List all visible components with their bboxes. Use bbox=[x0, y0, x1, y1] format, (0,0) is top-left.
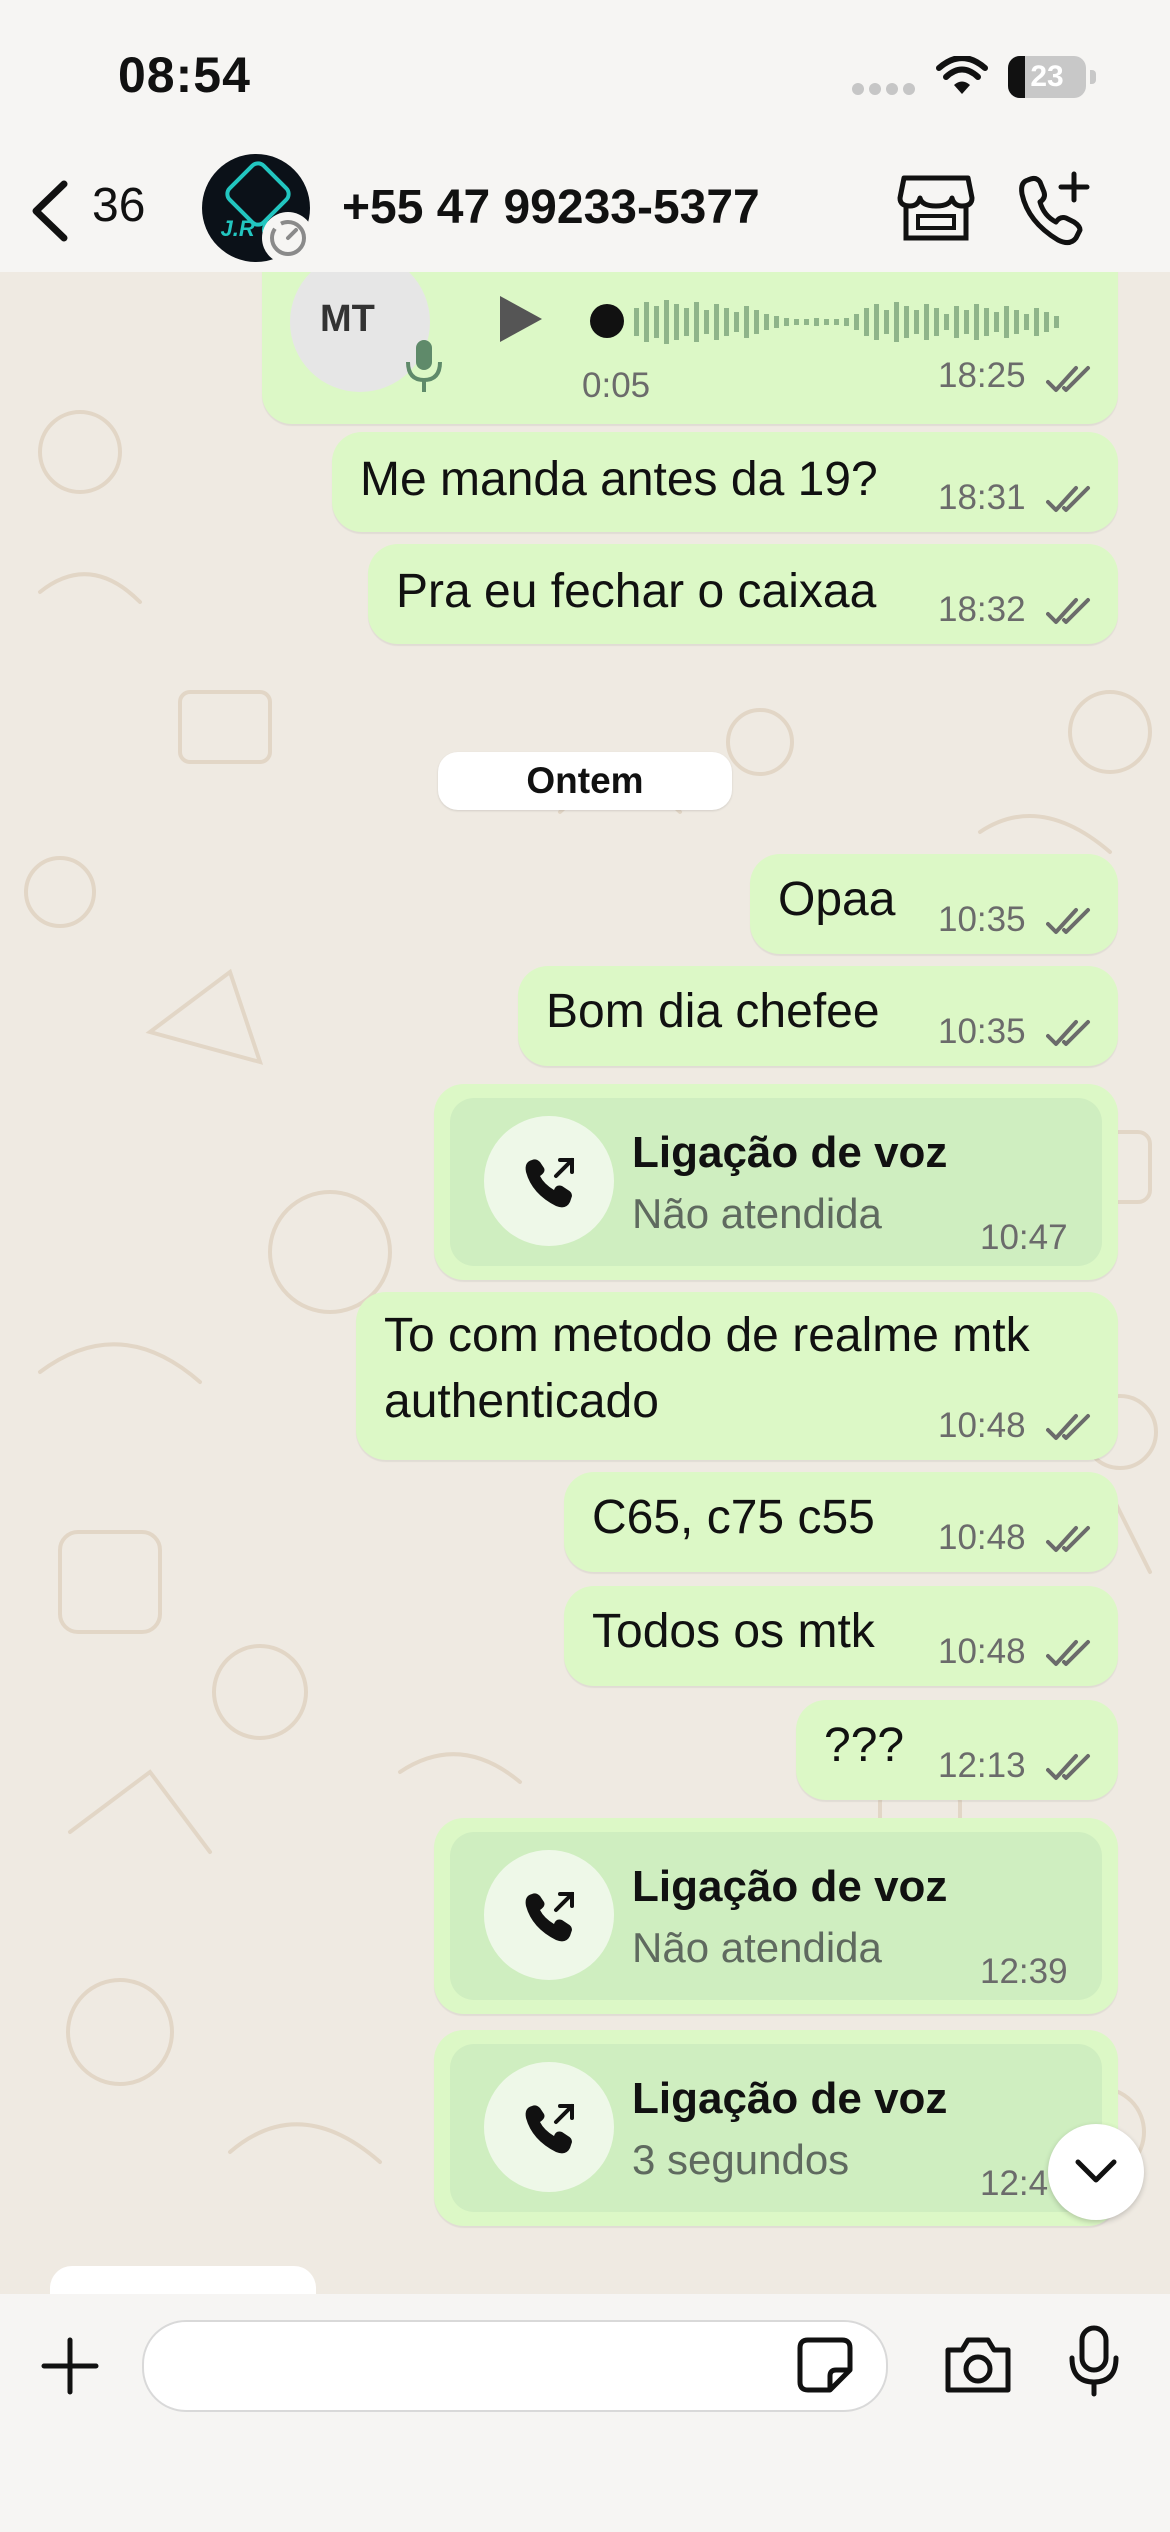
message-time: 12:13 bbox=[938, 1746, 1026, 1785]
message-text: Opaa bbox=[778, 873, 896, 926]
read-ticks-icon bbox=[1046, 598, 1090, 624]
message-bubble[interactable]: To com metodo de realme mtk authenticado… bbox=[356, 1292, 1118, 1460]
chat-area[interactable]: MT 0:05 18:25 Me manda antes da 19? 18:3… bbox=[0, 272, 1170, 2294]
message-text: ??? bbox=[824, 1719, 905, 1772]
sticker-icon[interactable] bbox=[796, 2336, 854, 2394]
message-bubble[interactable]: Pra eu fechar o caixaa 18:32 bbox=[368, 544, 1118, 644]
call-title: Ligação de voz bbox=[632, 1128, 948, 1177]
call-card[interactable]: Ligação de voz Não atendida 12:39 bbox=[450, 1832, 1102, 2000]
date-chip-partial bbox=[50, 2266, 316, 2294]
message-composer bbox=[0, 2294, 1170, 2532]
message-text-line1: To com metodo de realme mtk bbox=[384, 1309, 1030, 1362]
play-icon[interactable] bbox=[494, 292, 546, 346]
audio-duration: 0:05 bbox=[582, 366, 651, 405]
call-status: Não atendida bbox=[632, 1924, 882, 1971]
voice-call-bubble[interactable]: Ligação de voz 3 segundos 12:4 bbox=[434, 2030, 1118, 2226]
back-chevron-icon[interactable] bbox=[24, 178, 84, 244]
message-text: Bom dia chefee bbox=[546, 985, 880, 1038]
status-ring-icon bbox=[262, 212, 314, 264]
message-text-line2: authenticado bbox=[384, 1375, 659, 1428]
message-bubble[interactable]: Bom dia chefee 10:35 bbox=[518, 966, 1118, 1066]
message-time: 18:32 bbox=[938, 590, 1026, 629]
message-time: 10:35 bbox=[938, 1012, 1026, 1051]
read-ticks-icon bbox=[1046, 486, 1090, 512]
message-time: 10:48 bbox=[938, 1406, 1026, 1445]
store-icon[interactable] bbox=[896, 174, 976, 244]
call-icon-circle bbox=[484, 1116, 614, 1246]
call-card[interactable]: Ligação de voz Não atendida 10:47 bbox=[450, 1098, 1102, 1266]
battery-icon: 23 bbox=[1008, 56, 1086, 98]
date-divider: Ontem bbox=[438, 752, 732, 810]
call-status: 3 segundos bbox=[632, 2136, 850, 2183]
battery-level: 23 bbox=[1030, 60, 1064, 93]
message-time: 10:47 bbox=[980, 1218, 1068, 1257]
audio-message-bubble[interactable]: MT 0:05 18:25 bbox=[262, 272, 1118, 424]
chat-header: 36 J.R CE +55 47 99233-5377 bbox=[0, 150, 1170, 273]
message-time: 10:48 bbox=[938, 1632, 1026, 1671]
cellular-signal-icon bbox=[852, 82, 920, 100]
phone-outgoing-icon bbox=[525, 1158, 574, 1208]
message-bubble[interactable]: Todos os mtk 10:48 bbox=[564, 1586, 1118, 1686]
read-ticks-icon bbox=[1046, 1020, 1090, 1046]
message-input[interactable] bbox=[142, 2320, 888, 2412]
call-title: Ligação de voz bbox=[632, 1862, 948, 1911]
camera-icon[interactable] bbox=[942, 2334, 1014, 2396]
status-bar: 08:54 23 bbox=[0, 0, 1170, 150]
message-text: Pra eu fechar o caixaa bbox=[396, 565, 877, 618]
call-status: Não atendida bbox=[632, 1190, 882, 1237]
message-time: 18:25 bbox=[938, 356, 1026, 395]
message-time: 10:48 bbox=[938, 1518, 1026, 1557]
message-time: 12:39 bbox=[980, 1952, 1068, 1991]
audio-waveform[interactable] bbox=[632, 294, 1072, 350]
voice-call-bubble[interactable]: Ligação de voz Não atendida 12:39 bbox=[434, 1818, 1118, 2014]
phone-outgoing-icon bbox=[525, 1892, 574, 1942]
add-call-icon[interactable] bbox=[1014, 170, 1094, 250]
read-ticks-icon bbox=[1046, 1754, 1090, 1780]
read-ticks-icon bbox=[1046, 366, 1090, 392]
message-time: 10:35 bbox=[938, 900, 1026, 939]
message-bubble[interactable]: ??? 12:13 bbox=[796, 1700, 1118, 1800]
call-card[interactable]: Ligação de voz 3 segundos 12:4 bbox=[450, 2044, 1102, 2212]
message-text: Todos os mtk bbox=[592, 1605, 875, 1658]
unread-count[interactable]: 36 bbox=[92, 178, 145, 233]
call-icon-circle bbox=[484, 1850, 614, 1980]
message-text: Me manda antes da 19? bbox=[360, 453, 878, 506]
microphone-icon[interactable] bbox=[1068, 2324, 1120, 2398]
message-text: C65, c75 c55 bbox=[592, 1491, 875, 1544]
voice-call-bubble[interactable]: Ligação de voz Não atendida 10:47 bbox=[434, 1084, 1118, 1280]
scroll-down-button[interactable] bbox=[1048, 2124, 1144, 2220]
message-time: 12:4 bbox=[980, 2164, 1049, 2203]
audio-progress-dot[interactable] bbox=[590, 304, 624, 338]
message-bubble[interactable]: C65, c75 c55 10:48 bbox=[564, 1472, 1118, 1572]
message-time: 18:31 bbox=[938, 478, 1026, 517]
read-ticks-icon bbox=[1046, 908, 1090, 934]
call-icon-circle bbox=[484, 2062, 614, 2192]
thumbnail-text: MT bbox=[320, 298, 375, 340]
call-title: Ligação de voz bbox=[632, 2074, 948, 2123]
status-time: 08:54 bbox=[118, 47, 251, 103]
message-bubble[interactable]: Me manda antes da 19? 18:31 bbox=[332, 432, 1118, 532]
wifi-icon bbox=[936, 56, 988, 94]
phone-outgoing-icon bbox=[525, 2104, 574, 2154]
message-bubble[interactable]: Opaa 10:35 bbox=[750, 854, 1118, 954]
battery-tip bbox=[1090, 70, 1096, 84]
read-ticks-icon bbox=[1046, 1526, 1090, 1552]
contact-name[interactable]: +55 47 99233-5377 bbox=[342, 180, 760, 235]
mic-icon bbox=[406, 340, 442, 392]
chevron-down-icon bbox=[1075, 2159, 1117, 2183]
read-ticks-icon bbox=[1046, 1640, 1090, 1666]
plus-icon[interactable] bbox=[40, 2336, 100, 2396]
read-ticks-icon bbox=[1046, 1414, 1090, 1440]
